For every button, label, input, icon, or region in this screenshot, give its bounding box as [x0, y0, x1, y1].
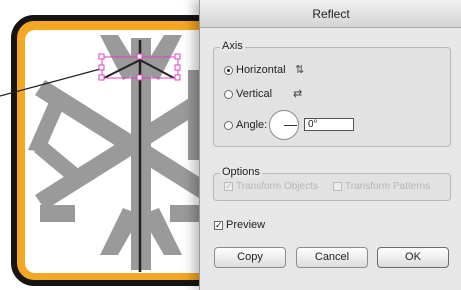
horizontal-reflect-icon: ⇅: [295, 64, 305, 76]
angle-input[interactable]: [304, 118, 354, 131]
horizontal-radio[interactable]: [224, 66, 233, 75]
vertical-label[interactable]: Vertical: [236, 88, 272, 100]
axis-group-label: Axis: [220, 40, 245, 52]
selection-handle[interactable]: [174, 53, 181, 60]
transform-patterns-checkbox[interactable]: [333, 182, 342, 191]
ok-button[interactable]: OK: [377, 247, 449, 268]
preview-label[interactable]: Preview: [226, 219, 265, 231]
angle-radio[interactable]: [224, 121, 233, 130]
reflect-dialog: Reflect Axis Horizontal ⇅ Vertical ⇄ Ang…: [199, 0, 461, 290]
transform-objects-label[interactable]: Transform Objects: [236, 181, 318, 192]
transform-objects-checkbox[interactable]: ✓: [224, 182, 233, 191]
transform-patterns-label[interactable]: Transform Patterns: [345, 181, 430, 192]
vertical-radio[interactable]: [224, 90, 233, 99]
horizontal-label[interactable]: Horizontal: [236, 64, 286, 76]
selection-handle[interactable]: [98, 53, 105, 60]
selection-handle[interactable]: [174, 74, 181, 81]
dialog-title: Reflect: [312, 7, 350, 21]
angle-dial-needle: [284, 125, 297, 126]
selection-handle[interactable]: [174, 64, 181, 71]
preview-checkbox[interactable]: ✓: [214, 221, 223, 230]
selection-handle[interactable]: [98, 64, 105, 71]
angle-dial[interactable]: [269, 110, 299, 140]
vertical-reflect-icon: ⇄: [293, 88, 303, 100]
selection-handle[interactable]: [98, 74, 105, 81]
options-group-label: Options: [220, 166, 262, 178]
copy-button[interactable]: Copy: [214, 247, 286, 268]
selection-handle[interactable]: [136, 74, 143, 81]
dialog-titlebar[interactable]: Reflect: [200, 0, 461, 28]
cancel-button[interactable]: Cancel: [296, 247, 368, 268]
angle-label[interactable]: Angle:: [236, 119, 267, 131]
selection-handle[interactable]: [136, 53, 143, 60]
